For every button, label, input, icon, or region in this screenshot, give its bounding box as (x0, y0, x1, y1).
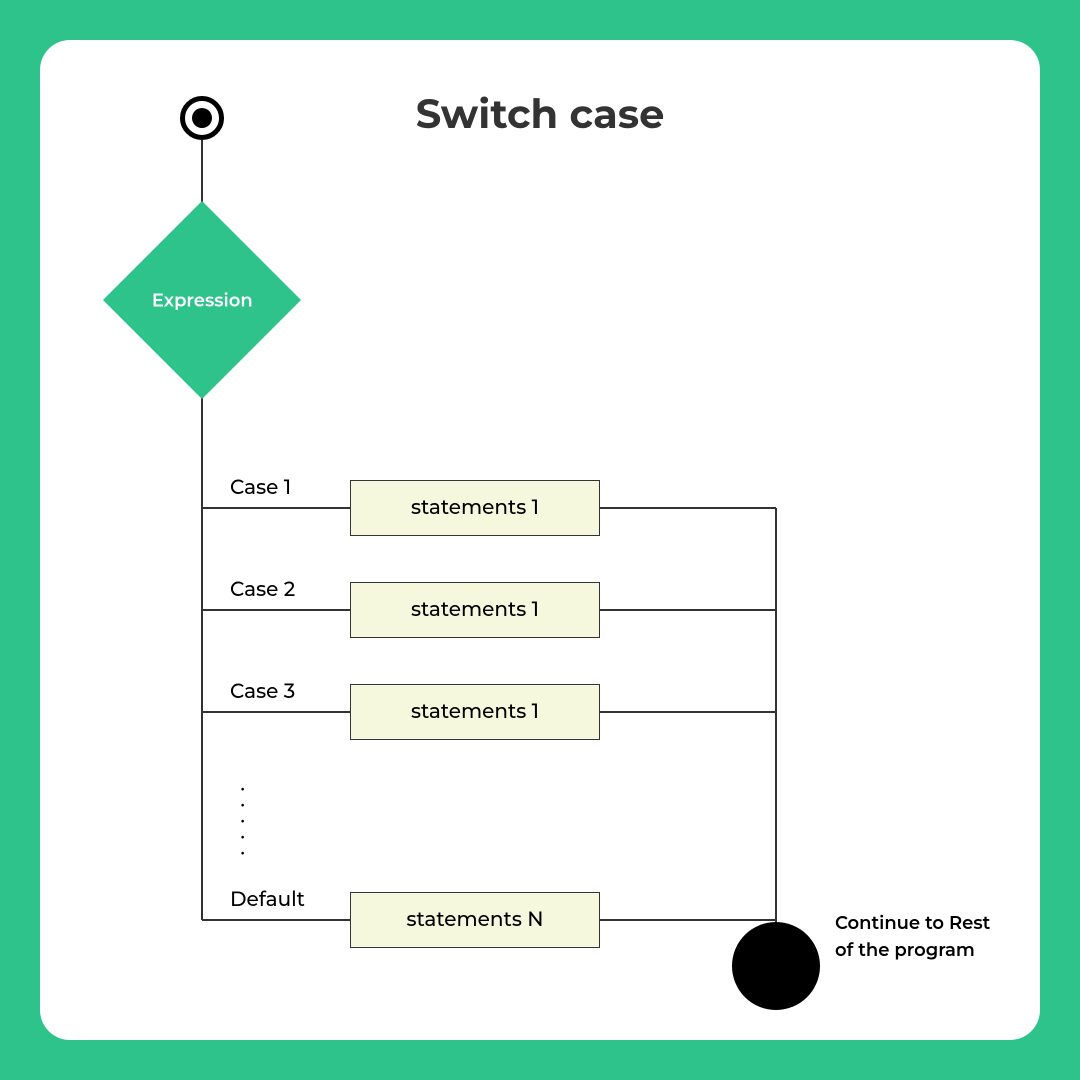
end-label-line2: of the program (835, 939, 975, 961)
statement-box-2: statements 1 (350, 582, 600, 638)
statement-text-3: statements 1 (411, 700, 539, 724)
start-node-icon (180, 96, 224, 140)
statement-box-1: statements 1 (350, 480, 600, 536)
ellipsis-icon: ••••• (240, 780, 245, 860)
statement-box-3: statements 1 (350, 684, 600, 740)
statement-text-2: statements 1 (411, 598, 539, 622)
decision-label: Expression (152, 289, 253, 311)
statement-text-1: statements 1 (411, 496, 539, 520)
case-label-default: Default (230, 888, 305, 912)
statement-box-default: statements N (350, 892, 600, 948)
case-label-1: Case 1 (230, 476, 291, 500)
end-label-line1: Continue to Rest (835, 912, 990, 934)
case-label-3: Case 3 (230, 680, 295, 704)
statement-text-default: statements N (407, 908, 544, 932)
end-node-icon (732, 922, 820, 1010)
diagram-title: Switch case (416, 90, 665, 139)
end-label: Continue to Rest of the program (835, 910, 1015, 964)
diagram-card: Switch case Expression Case 1 (40, 40, 1040, 1040)
connectors (40, 40, 1040, 1040)
case-label-2: Case 2 (230, 578, 295, 602)
decision-diamond: Expression (103, 201, 301, 399)
